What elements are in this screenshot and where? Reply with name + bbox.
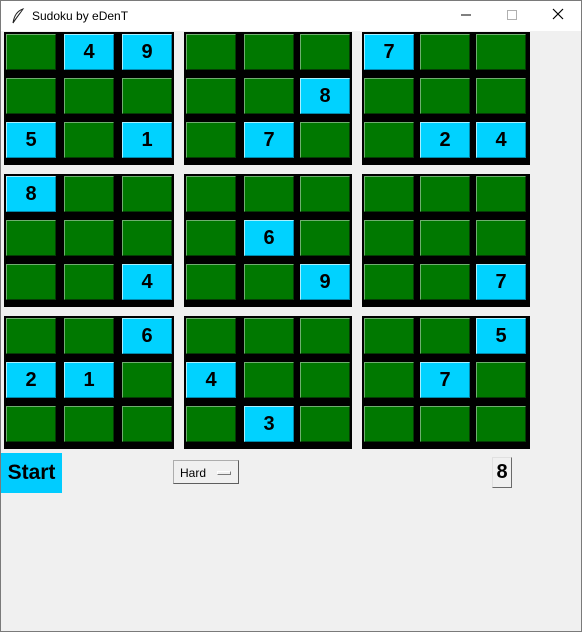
sudoku-cell[interactable] [300,220,350,256]
app-window: Sudoku by eDenT 497851724864976521473 St… [0,0,582,632]
start-button[interactable]: Start [1,453,62,493]
sudoku-cell[interactable] [364,122,414,158]
title-bar[interactable]: Sudoku by eDenT [1,1,581,31]
sudoku-cell[interactable] [186,34,236,70]
difficulty-value: Hard [180,466,207,480]
close-icon [552,7,564,25]
sudoku-cell[interactable] [186,406,236,442]
sudoku-cell[interactable] [6,318,56,354]
sudoku-cell[interactable] [64,318,114,354]
sudoku-cell[interactable] [244,176,294,212]
dropdown-indicator-icon [217,471,231,475]
sudoku-cell[interactable] [300,122,350,158]
minimize-icon [461,7,471,25]
sudoku-cell[interactable] [420,34,470,70]
sudoku-cell[interactable] [6,406,56,442]
sudoku-cell[interactable] [420,264,470,300]
sudoku-cell[interactable] [186,220,236,256]
sudoku-cell[interactable]: 5 [476,318,526,354]
sudoku-cell[interactable] [420,406,470,442]
sudoku-cell[interactable] [244,78,294,114]
sudoku-cell[interactable] [6,220,56,256]
sudoku-cell[interactable] [186,78,236,114]
number-selector-button[interactable]: 8 [492,457,512,488]
window-title: Sudoku by eDenT [32,9,129,23]
client-area: 497851724864976521473 Start Hard 8 [1,31,581,631]
sudoku-cell[interactable] [476,406,526,442]
sudoku-cell[interactable]: 7 [420,362,470,398]
sudoku-cell[interactable] [300,406,350,442]
sudoku-cell[interactable] [364,362,414,398]
sudoku-cell[interactable]: 4 [122,264,172,300]
sudoku-cell[interactable] [122,406,172,442]
sudoku-cell[interactable] [420,78,470,114]
sudoku-cell[interactable] [122,176,172,212]
sudoku-cell[interactable]: 1 [64,362,114,398]
sudoku-cell[interactable] [64,122,114,158]
sudoku-cell[interactable] [364,176,414,212]
sudoku-cell[interactable] [186,318,236,354]
maximize-icon [507,7,517,25]
sudoku-cell[interactable] [186,176,236,212]
sudoku-cell[interactable] [476,78,526,114]
sudoku-cell[interactable]: 6 [122,318,172,354]
sudoku-cell[interactable] [300,34,350,70]
sudoku-cell[interactable] [122,220,172,256]
sudoku-cell[interactable] [364,78,414,114]
sudoku-cell[interactable] [476,362,526,398]
sudoku-cell[interactable] [364,318,414,354]
sudoku-cell[interactable] [6,264,56,300]
sudoku-cell[interactable] [244,362,294,398]
sudoku-cell[interactable] [300,362,350,398]
sudoku-cell[interactable] [420,318,470,354]
sudoku-cell[interactable]: 9 [300,264,350,300]
sudoku-cell[interactable]: 7 [364,34,414,70]
sudoku-cell[interactable] [64,264,114,300]
sudoku-cell[interactable] [300,318,350,354]
close-button[interactable] [535,1,581,31]
sudoku-cell[interactable] [122,78,172,114]
sudoku-cell[interactable] [476,34,526,70]
maximize-button[interactable] [489,1,535,31]
sudoku-cell[interactable] [420,220,470,256]
sudoku-cell[interactable]: 2 [420,122,470,158]
sudoku-cell[interactable]: 3 [244,406,294,442]
sudoku-cell[interactable]: 4 [186,362,236,398]
sudoku-cell[interactable] [244,318,294,354]
sudoku-cell[interactable] [300,176,350,212]
feather-icon [11,8,25,24]
sudoku-cell[interactable]: 5 [6,122,56,158]
sudoku-cell[interactable] [476,176,526,212]
sudoku-cell[interactable]: 8 [300,78,350,114]
sudoku-cell[interactable]: 4 [64,34,114,70]
sudoku-cell[interactable] [420,176,470,212]
sudoku-cell[interactable] [364,406,414,442]
sudoku-cell[interactable] [64,176,114,212]
sudoku-cell[interactable]: 8 [6,176,56,212]
sudoku-cell[interactable] [64,220,114,256]
difficulty-select[interactable]: Hard [173,460,239,484]
sudoku-cell[interactable]: 1 [122,122,172,158]
sudoku-cell[interactable] [364,264,414,300]
sudoku-cell[interactable] [122,362,172,398]
minimize-button[interactable] [443,1,489,31]
sudoku-cell[interactable] [186,264,236,300]
sudoku-cell[interactable] [64,406,114,442]
sudoku-cell[interactable]: 7 [244,122,294,158]
sudoku-cell[interactable] [244,34,294,70]
sudoku-cell[interactable] [364,220,414,256]
sudoku-cell[interactable]: 6 [244,220,294,256]
sudoku-cell[interactable]: 7 [476,264,526,300]
sudoku-cell[interactable] [186,122,236,158]
sudoku-cell[interactable]: 2 [6,362,56,398]
sudoku-cell[interactable] [6,34,56,70]
sudoku-cell[interactable] [6,78,56,114]
sudoku-cell[interactable] [244,264,294,300]
sudoku-cell[interactable] [64,78,114,114]
sudoku-cell[interactable] [476,220,526,256]
sudoku-cell[interactable]: 9 [122,34,172,70]
sudoku-cell[interactable]: 4 [476,122,526,158]
